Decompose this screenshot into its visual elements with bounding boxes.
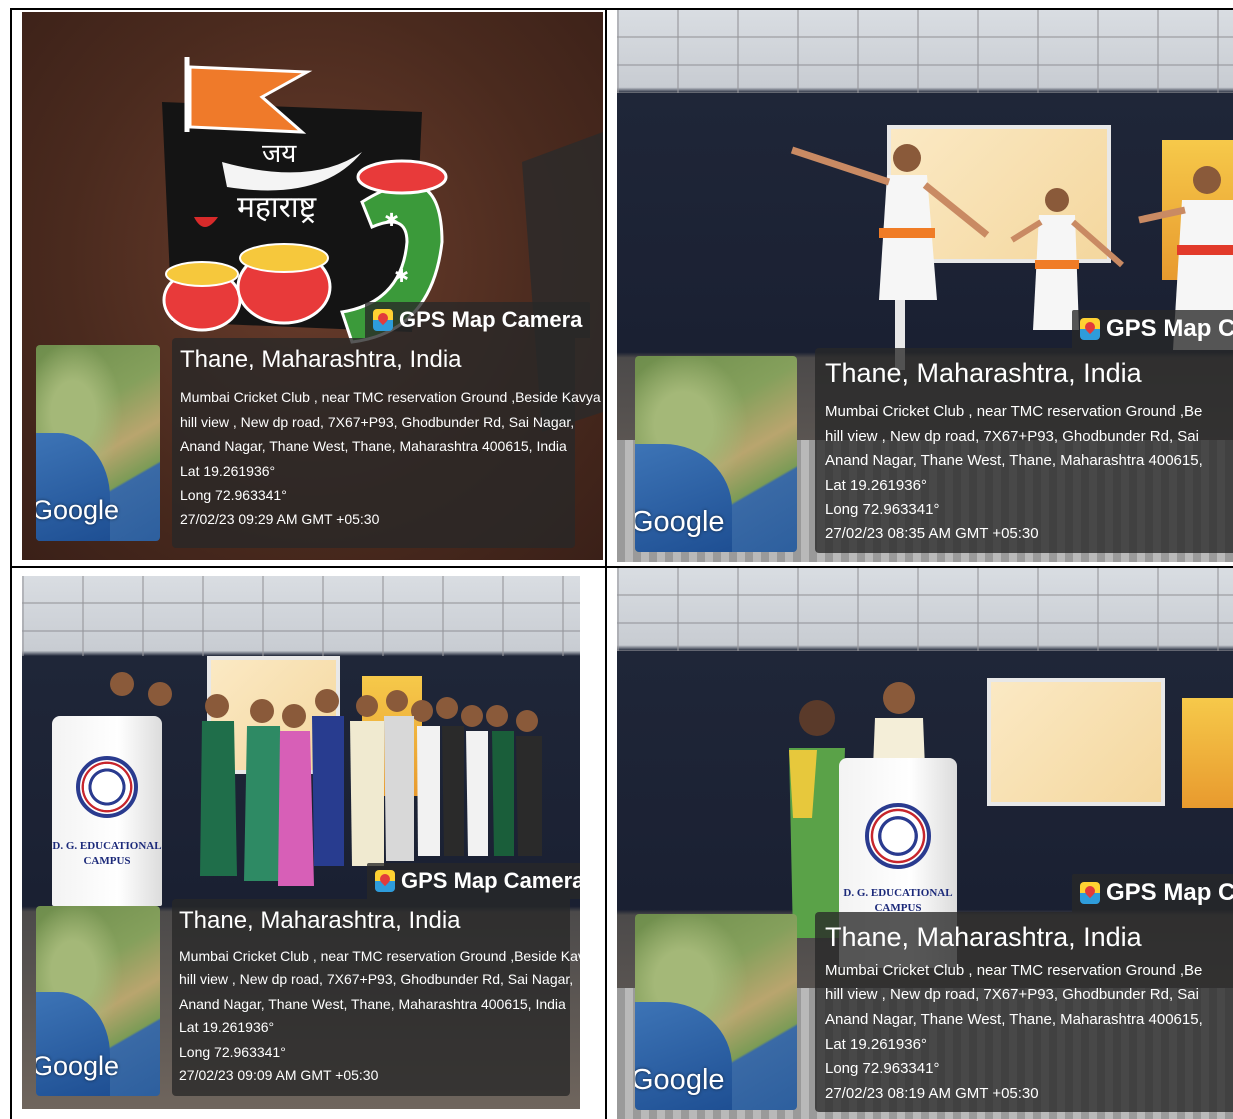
address-line-3: Anand Nagar, Thane West, Thane, Maharash…: [825, 1011, 1203, 1028]
gps-badge-label: GPS Map C: [1106, 315, 1233, 342]
longitude: Long 72.963341°: [180, 487, 287, 503]
dancer-middle: [1010, 188, 1124, 330]
address-line-1: Mumbai Cricket Club , near TMC reservati…: [825, 403, 1203, 420]
podium-text-line-2: CAMPUS: [83, 855, 131, 867]
gps-badge: GPS Map Camera: [365, 302, 591, 338]
longitude: Long 72.963341°: [825, 501, 940, 518]
location-title: Thane, Maharashtra, India: [179, 907, 461, 934]
gps-info-panel: Thane, Maharashtra, India Mumbai Cricket…: [815, 348, 1233, 553]
google-logo: Google: [635, 1064, 725, 1096]
photo-cell-group: D. G. EDUCATIONAL CAMPUS GPS Map Camera …: [22, 576, 580, 1109]
college-seal: [76, 756, 138, 818]
grid-divider-vertical: [605, 10, 607, 1119]
svg-text:✱: ✱: [394, 266, 409, 287]
address-line-2: hill view , New dp road, 7X67+P93, Ghodb…: [179, 971, 574, 987]
podium: D. G. EDUCATIONAL CAMPUS: [52, 716, 162, 906]
latitude: Lat 19.261936°: [825, 1036, 927, 1053]
timestamp: 27/02/23 09:09 AM GMT +05:30: [179, 1067, 379, 1083]
gps-badge-label: GPS Map C: [1106, 879, 1233, 906]
gps-map-camera-icon: [375, 870, 395, 892]
gps-map-camera-icon: [373, 309, 393, 331]
photo-cell-rangoli: जय महाराष्ट्र ✱ ✱ GPS Map Camera Thane, …: [22, 12, 603, 560]
address-line-2: hill view , New dp road, 7X67+P93, Ghodb…: [825, 986, 1199, 1003]
latitude: Lat 19.261936°: [825, 477, 927, 494]
gps-map-camera-icon: [1080, 882, 1100, 904]
gps-badge: GPS Map C: [1072, 310, 1233, 348]
map-thumbnail: Google: [635, 356, 797, 552]
gps-badge: GPS Map C: [1072, 874, 1233, 912]
address-line-3: Anand Nagar, Thane West, Thane, Maharash…: [180, 438, 567, 454]
gps-map-camera-icon: [1080, 318, 1100, 340]
address-line-2: hill view , New dp road, 7X67+P93, Ghodb…: [180, 414, 575, 430]
address-line-3: Anand Nagar, Thane West, Thane, Maharash…: [825, 452, 1203, 469]
dancer-left: [790, 144, 990, 370]
podium-text-line-1: D. G. EDUCATIONAL: [52, 840, 162, 852]
gps-info-panel: Thane, Maharashtra, India Mumbai Cricket…: [815, 912, 1233, 1112]
timestamp: 27/02/23 08:35 AM GMT +05:30: [825, 525, 1039, 542]
rangoli-text-jai: जय: [262, 139, 297, 169]
rangoli-text-maharashtra: महाराष्ट्र: [237, 190, 317, 225]
map-thumbnail: Google: [635, 914, 797, 1110]
google-logo: Google: [36, 1051, 120, 1081]
google-logo: Google: [635, 506, 725, 538]
address-line-1: Mumbai Cricket Club , near TMC reservati…: [180, 389, 601, 405]
photo-cell-dancers: GPS Map C Thane, Maharashtra, India Mumb…: [617, 10, 1233, 562]
timestamp: 27/02/23 08:19 AM GMT +05:30: [825, 1085, 1039, 1102]
timestamp: 27/02/23 09:29 AM GMT +05:30: [180, 511, 380, 527]
photo-cell-speakers: D. G. EDUCATIONAL CAMPUS GPS Map C Thane…: [617, 568, 1233, 1119]
svg-text:✱: ✱: [384, 210, 399, 231]
address-line-3: Anand Nagar, Thane West, Thane, Maharash…: [179, 996, 566, 1012]
latitude: Lat 19.261936°: [179, 1019, 275, 1035]
location-title: Thane, Maharashtra, India: [825, 358, 1142, 388]
gps-badge-label: GPS Map Camera: [401, 868, 580, 893]
gps-badge-label: GPS Map Camera: [399, 307, 583, 332]
longitude: Long 72.963341°: [825, 1060, 940, 1077]
gps-info-panel: Thane, Maharashtra, India Mumbai Cricket…: [172, 338, 601, 548]
longitude: Long 72.963341°: [179, 1044, 286, 1060]
college-seal: [865, 803, 931, 869]
address-line-2: hill view , New dp road, 7X67+P93, Ghodb…: [825, 428, 1199, 445]
address-line-1: Mumbai Cricket Club , near TMC reservati…: [179, 948, 580, 964]
location-title: Thane, Maharashtra, India: [180, 346, 462, 373]
map-thumbnail: Google: [36, 345, 160, 541]
latitude: Lat 19.261936°: [180, 463, 276, 479]
google-logo: Google: [36, 495, 120, 525]
address-line-1: Mumbai Cricket Club , near TMC reservati…: [825, 962, 1203, 979]
map-thumbnail: Google: [36, 906, 160, 1096]
location-title: Thane, Maharashtra, India: [825, 922, 1142, 952]
podium-text-line-1: D. G. EDUCATIONAL: [843, 887, 953, 899]
gps-badge: GPS Map Camera: [367, 863, 580, 899]
gps-info-panel: Thane, Maharashtra, India Mumbai Cricket…: [172, 899, 580, 1096]
photo-grid: जय महाराष्ट्र ✱ ✱ GPS Map Camera Thane, …: [10, 8, 1233, 1119]
